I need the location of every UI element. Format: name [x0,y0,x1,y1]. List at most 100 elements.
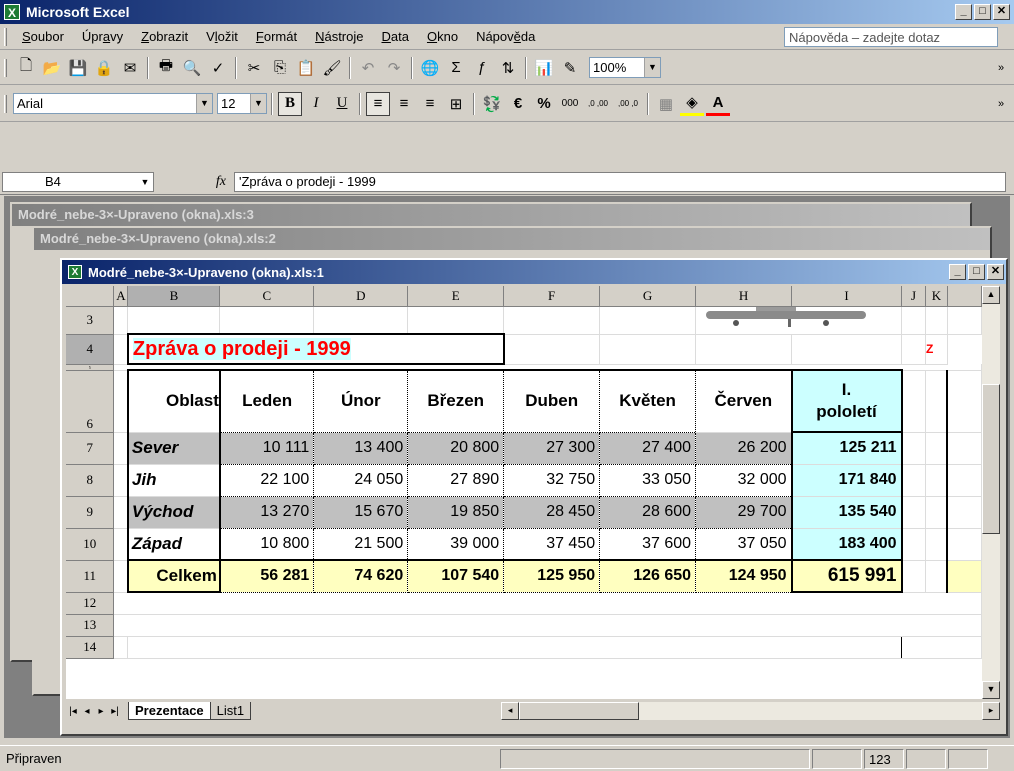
row-header[interactable]: 13 [66,614,115,637]
scroll-thumb[interactable] [519,702,640,720]
value-cell[interactable]: 20 800 [407,432,505,465]
cell[interactable] [113,528,129,561]
email-icon[interactable]: ✉ [118,56,142,80]
row-header[interactable]: 9 [66,496,115,529]
open-icon[interactable]: 📂 [40,56,64,80]
column-header[interactable]: G [599,286,697,307]
row-header[interactable]: 6 [66,370,115,433]
toolbar-options-icon[interactable]: » [989,56,1013,80]
horizontal-scrollbar[interactable]: ◂ ▸ [501,702,1000,720]
row-header[interactable]: 11 [66,560,115,593]
cell[interactable] [113,432,129,465]
value-cell[interactable]: 21 500 [313,528,409,561]
borders-icon[interactable]: ▦ [654,92,678,116]
hyperlink-icon[interactable]: 🌐 [418,56,442,80]
cell[interactable] [925,528,948,561]
cell[interactable] [925,306,948,335]
function-icon[interactable]: ƒ [470,56,494,80]
header-cell[interactable]: Leden [219,369,315,433]
merge-center-icon[interactable]: ⊞ [444,92,468,116]
menu-vlozit[interactable]: Vložit [197,29,247,44]
cell[interactable] [113,334,129,365]
scroll-thumb[interactable] [982,384,1000,534]
next-sheet-icon[interactable]: ▸ [94,706,108,717]
fill-color-icon[interactable]: ◈ [680,92,704,116]
font-size-select[interactable]: 12 ▼ [217,93,267,114]
fx-icon[interactable]: fx [154,174,234,190]
column-header[interactable]: H [695,286,793,307]
row-header[interactable]: 8 [66,464,115,497]
menu-format[interactable]: Formát [247,29,306,44]
sort-ascending-icon[interactable]: ⇅ [496,56,520,80]
cell[interactable] [791,334,902,365]
maximize-button[interactable]: □ [968,264,985,280]
cell[interactable] [113,636,129,659]
half-year-header[interactable]: I. pololetí [790,369,903,433]
header-cell[interactable]: Květen [599,369,697,433]
minimize-button[interactable]: _ [955,4,972,20]
airplane-image[interactable] [695,306,902,335]
undo-icon[interactable]: ↶ [356,56,380,80]
value-cell[interactable]: 27 300 [503,432,601,465]
align-right-icon[interactable]: ≡ [418,92,442,116]
header-cell[interactable]: Červen [695,369,793,433]
region-name-cell[interactable]: Jih [126,464,221,497]
half-year-total-cell[interactable]: 183 400 [790,528,903,561]
decrease-decimal-button[interactable]: ,00 ,0 [614,92,642,116]
first-sheet-icon[interactable]: |◂ [66,706,80,717]
header-cell[interactable]: Oblast [126,369,221,433]
cell[interactable] [695,334,793,365]
chart-object[interactable] [127,635,902,659]
underline-button[interactable]: U [330,92,354,116]
cell[interactable] [313,306,409,335]
value-cell[interactable]: 37 600 [599,528,697,561]
select-all-corner[interactable] [66,286,115,307]
value-cell[interactable]: 124 950 [695,559,793,593]
region-name-cell[interactable]: Západ [126,528,221,561]
column-header[interactable]: I [791,286,902,307]
autosum-icon[interactable]: Σ [444,56,468,80]
redo-icon[interactable]: ↷ [382,56,406,80]
menu-napoveda[interactable]: Nápověda [467,29,544,44]
header-cell[interactable]: Březen [407,369,505,433]
minimize-button[interactable]: _ [949,264,966,280]
value-cell[interactable]: 32 000 [695,464,793,497]
copy-icon[interactable]: ⎘ [268,56,292,80]
cut-icon[interactable]: ✂ [242,56,266,80]
sheet-tab-prezentace[interactable]: Prezentace [128,702,211,720]
font-select[interactable]: Arial ▼ [13,93,213,114]
increase-decimal-button[interactable]: ,0 ,00 [584,92,612,116]
value-cell[interactable]: 28 450 [503,496,601,529]
half-year-total-cell[interactable]: 135 540 [790,496,903,529]
cell[interactable] [113,496,129,529]
cell[interactable] [113,560,129,593]
cell[interactable] [925,370,948,433]
toolbar-options-icon[interactable]: » [989,92,1013,116]
column-header[interactable]: C [219,286,315,307]
last-sheet-icon[interactable]: ▸| [108,706,122,717]
value-cell[interactable]: 10 800 [219,528,315,561]
value-cell[interactable]: 22 100 [219,464,315,497]
cell[interactable] [901,464,926,497]
cell[interactable] [113,614,982,637]
header-cell[interactable]: Únor [313,369,409,433]
value-cell[interactable]: 33 050 [599,464,697,497]
cell[interactable] [925,496,948,529]
italic-button[interactable]: I [304,92,328,116]
column-header[interactable]: K [925,286,948,307]
scroll-up-icon[interactable]: ▲ [982,286,1000,304]
value-cell[interactable]: 37 450 [503,528,601,561]
cell[interactable] [503,334,601,365]
column-header[interactable]: F [503,286,601,307]
paste-icon[interactable]: 📋 [294,56,318,80]
font-color-button[interactable]: A [706,92,730,116]
cell[interactable] [113,370,129,433]
value-cell[interactable]: 32 750 [503,464,601,497]
row-header[interactable]: 3 [66,306,115,335]
cell[interactable] [599,334,697,365]
cell[interactable] [599,306,697,335]
cell[interactable] [901,636,982,659]
cell[interactable] [901,306,926,335]
cell[interactable] [113,306,129,335]
value-cell[interactable]: 27 400 [599,432,697,465]
